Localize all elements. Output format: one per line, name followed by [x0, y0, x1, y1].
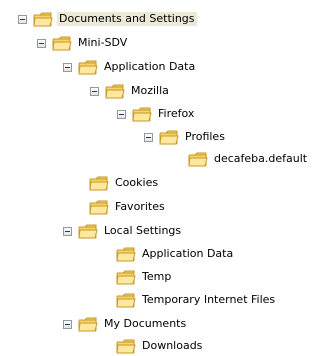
tree-node-profiles[interactable]: Profiles: [144, 127, 227, 147]
collapse-icon[interactable]: [63, 62, 72, 72]
tree-node-label: Temporary Internet Files: [142, 293, 276, 306]
tree-node-label: Temp: [142, 270, 172, 283]
folder-open-icon: [78, 317, 98, 332]
collapse-icon[interactable]: [18, 14, 27, 24]
tree-node-cookies[interactable]: Cookies: [89, 173, 160, 193]
tree-node-decafeba-default[interactable]: decafeba.default: [188, 149, 309, 169]
tree-node-label: Cookies: [115, 176, 159, 189]
collapse-icon[interactable]: [117, 109, 126, 119]
tree-node-label: Firefox: [158, 107, 195, 120]
tree-node-favorites[interactable]: Favorites: [89, 197, 167, 217]
folder-open-icon: [78, 224, 98, 239]
folder-open-icon: [89, 176, 109, 191]
collapse-icon[interactable]: [144, 132, 153, 142]
tree-node-label: Mozilla: [131, 84, 169, 97]
folder-open-icon: [89, 200, 109, 215]
folder-open-icon: [33, 12, 53, 27]
tree-node-label: My Documents: [104, 317, 187, 330]
tree-node-label: Downloads: [142, 339, 203, 352]
folder-open-icon: [159, 130, 179, 145]
folder-open-icon: [116, 293, 136, 308]
tree-node-label: Mini-SDV: [78, 36, 128, 49]
tree-node-downloads[interactable]: Downloads: [116, 336, 204, 356]
tree-node-firefox[interactable]: Firefox: [117, 104, 196, 124]
folder-open-icon: [188, 152, 208, 167]
tree-node-label: Documents and Settings: [57, 12, 197, 26]
folder-tree: Documents and Settings Mini-SDV Applicat…: [0, 0, 334, 354]
tree-node-temporary-internet-files[interactable]: Temporary Internet Files: [116, 290, 277, 310]
collapse-icon[interactable]: [63, 319, 72, 329]
folder-open-icon: [78, 60, 98, 75]
collapse-icon[interactable]: [63, 226, 72, 236]
tree-node-label: Local Settings: [104, 224, 182, 237]
tree-node-mini-sdv[interactable]: Mini-SDV: [37, 33, 129, 53]
tree-node-application-data[interactable]: Application Data: [63, 57, 197, 77]
folder-open-icon: [105, 84, 125, 99]
folder-open-icon: [52, 36, 72, 51]
folder-open-icon: [116, 247, 136, 262]
tree-node-my-documents[interactable]: My Documents: [63, 314, 188, 334]
collapse-icon[interactable]: [90, 86, 99, 96]
collapse-icon[interactable]: [37, 38, 46, 48]
folder-open-icon: [116, 270, 136, 285]
tree-node-label: Application Data: [104, 60, 196, 73]
tree-node-mozilla[interactable]: Mozilla: [90, 81, 171, 101]
tree-node-label: Favorites: [115, 200, 165, 213]
tree-node-documents-and-settings[interactable]: Documents and Settings: [18, 9, 197, 29]
folder-open-icon: [132, 107, 152, 122]
tree-node-temp[interactable]: Temp: [116, 267, 173, 287]
folder-open-icon: [116, 339, 136, 354]
tree-node-label: Profiles: [185, 130, 225, 143]
tree-node-local-settings[interactable]: Local Settings: [63, 221, 183, 241]
tree-node-label: decafeba.default: [214, 152, 308, 165]
tree-node-label: Application Data: [142, 247, 234, 260]
tree-node-local-application-data[interactable]: Application Data: [116, 244, 235, 264]
